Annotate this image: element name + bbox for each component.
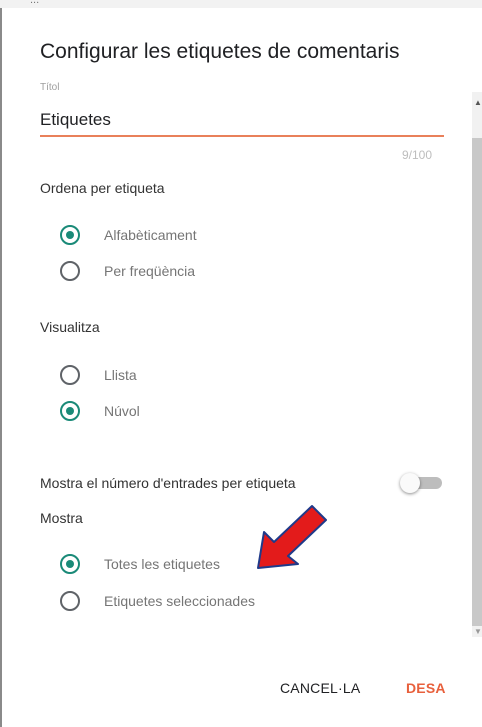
radio-show-selected-labels[interactable]: Etiquetes seleccionades [60, 589, 255, 613]
red-arrow-icon [257, 505, 327, 569]
radio-unchecked-icon[interactable] [60, 365, 80, 385]
triangle-up-icon[interactable]: ▲ [474, 98, 482, 107]
radio-unchecked-icon[interactable] [60, 261, 80, 281]
radio-label: Núvol [104, 403, 140, 419]
dialog-title: Configurar les etiquetes de comentaris [40, 40, 400, 63]
radio-label: Per freqüència [104, 263, 196, 279]
scrollbar-thumb[interactable] [472, 138, 482, 626]
show-count-toggle[interactable] [400, 472, 444, 494]
sort-section-label: Ordena per etiqueta [40, 180, 165, 196]
cancel-button[interactable]: CANCEL·LA [280, 680, 360, 696]
toggle-knob[interactable] [400, 473, 420, 493]
radio-label: Alfabèticament [104, 227, 197, 243]
radio-label: Etiquetes seleccionades [104, 593, 255, 609]
radio-label: Totes les etiquetes [104, 556, 220, 572]
dialog-scrollbar[interactable]: ▲ ▼ [472, 92, 482, 637]
configure-labels-dialog: Configurar les etiquetes de comentaris T… [2, 8, 482, 727]
display-section-label: Visualitza [40, 319, 100, 335]
save-button[interactable]: DESA [406, 680, 446, 696]
show-section-label: Mostra [40, 510, 83, 526]
radio-sort-alphabetical[interactable]: Alfabèticament [60, 223, 197, 247]
title-field-label: Títol [40, 82, 60, 93]
radio-sort-frequency[interactable]: Per freqüència [60, 259, 195, 283]
triangle-down-icon[interactable]: ▼ [474, 627, 482, 636]
radio-unchecked-icon[interactable] [60, 591, 80, 611]
background-window-text: ... [30, 0, 40, 6]
radio-checked-icon[interactable] [60, 225, 80, 245]
title-char-counter: 9/100 [402, 148, 433, 162]
radio-display-list[interactable]: Llista [60, 363, 137, 387]
radio-checked-icon[interactable] [60, 554, 80, 574]
radio-show-all-labels[interactable]: Totes les etiquetes [60, 552, 220, 576]
radio-display-cloud[interactable]: Núvol [60, 399, 140, 423]
radio-checked-icon[interactable] [60, 401, 80, 421]
radio-label: Llista [104, 367, 137, 383]
title-input-underline [40, 135, 444, 137]
title-input[interactable]: Etiquetes [40, 110, 111, 130]
show-count-label: Mostra el número d'entrades per etiqueta [40, 475, 296, 491]
